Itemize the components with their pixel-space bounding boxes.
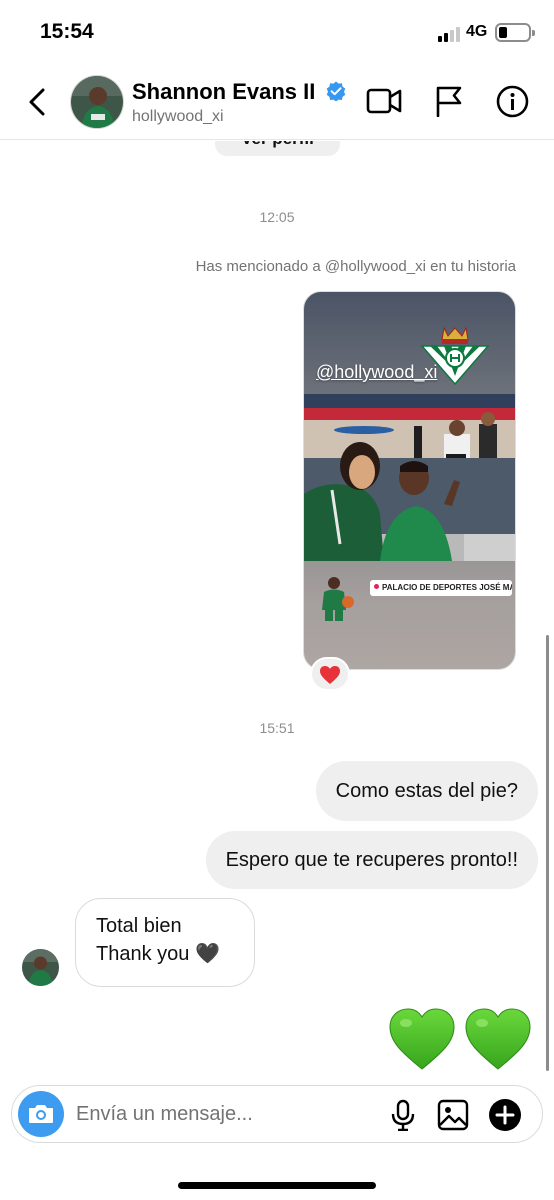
message-thread[interactable]: Ver perfil 12:05 Has mencionado a @holly…: [0, 141, 554, 1085]
avatar[interactable]: [70, 75, 124, 129]
timestamp: 12:05: [259, 209, 295, 225]
message-line: Thank you 🖤: [96, 943, 220, 965]
contact-username: hollywood_xi: [132, 108, 224, 125]
view-profile-button[interactable]: Ver perfil: [215, 141, 340, 156]
verified-badge-icon: [326, 81, 345, 101]
story-reply-card[interactable]: @hollywood_xi PALACIO DE DEPORTES JOSÉ M: [303, 291, 516, 670]
contact-name[interactable]: Shannon Evans II: [132, 79, 346, 105]
back-arrow-icon[interactable]: [22, 86, 52, 118]
microphone-icon[interactable]: [390, 1099, 416, 1131]
avatar[interactable]: [22, 949, 59, 986]
story-photo: [304, 394, 515, 561]
scrollbar[interactable]: [546, 635, 549, 1071]
battery-icon: [495, 23, 535, 42]
network-type: 4G: [466, 23, 488, 40]
home-indicator: [178, 1182, 376, 1189]
message-composer: [11, 1085, 543, 1143]
chat-header: Shannon Evans II hollywood_xi: [0, 66, 554, 140]
camera-button[interactable]: [18, 1091, 64, 1137]
red-heart-icon: [320, 666, 340, 684]
gallery-icon[interactable]: [437, 1099, 469, 1131]
signal-icon: [438, 26, 462, 42]
timestamp: 15:51: [259, 720, 295, 736]
message-bubble-sent[interactable]: Espero que te recuperes pronto!!: [205, 831, 538, 889]
status-bar: 15:54 4G: [0, 0, 554, 66]
flag-icon[interactable]: [434, 85, 464, 117]
heart-reaction[interactable]: [310, 657, 350, 691]
story-mention-notice: Has mencionado a @hollywood_xi en tu his…: [195, 258, 516, 275]
video-call-icon[interactable]: [366, 86, 402, 116]
status-time: 15:54: [40, 20, 94, 43]
add-sticker-icon[interactable]: [488, 1098, 522, 1132]
story-mention-sticker: @hollywood_xi: [316, 362, 438, 382]
message-bubble-sent[interactable]: Como estas del pie?: [315, 761, 538, 821]
green-hearts-message[interactable]: [386, 1003, 534, 1075]
info-icon[interactable]: [496, 85, 529, 118]
message-input[interactable]: [76, 1103, 366, 1126]
message-line: Total bien: [96, 915, 182, 937]
camera-icon: [29, 1105, 53, 1123]
player-sticker: [322, 577, 354, 621]
location-sticker: PALACIO DE DEPORTES JOSÉ MARÍA MARTÍ...: [370, 580, 512, 596]
message-bubble-received[interactable]: Total bien Thank you 🖤: [75, 898, 255, 987]
